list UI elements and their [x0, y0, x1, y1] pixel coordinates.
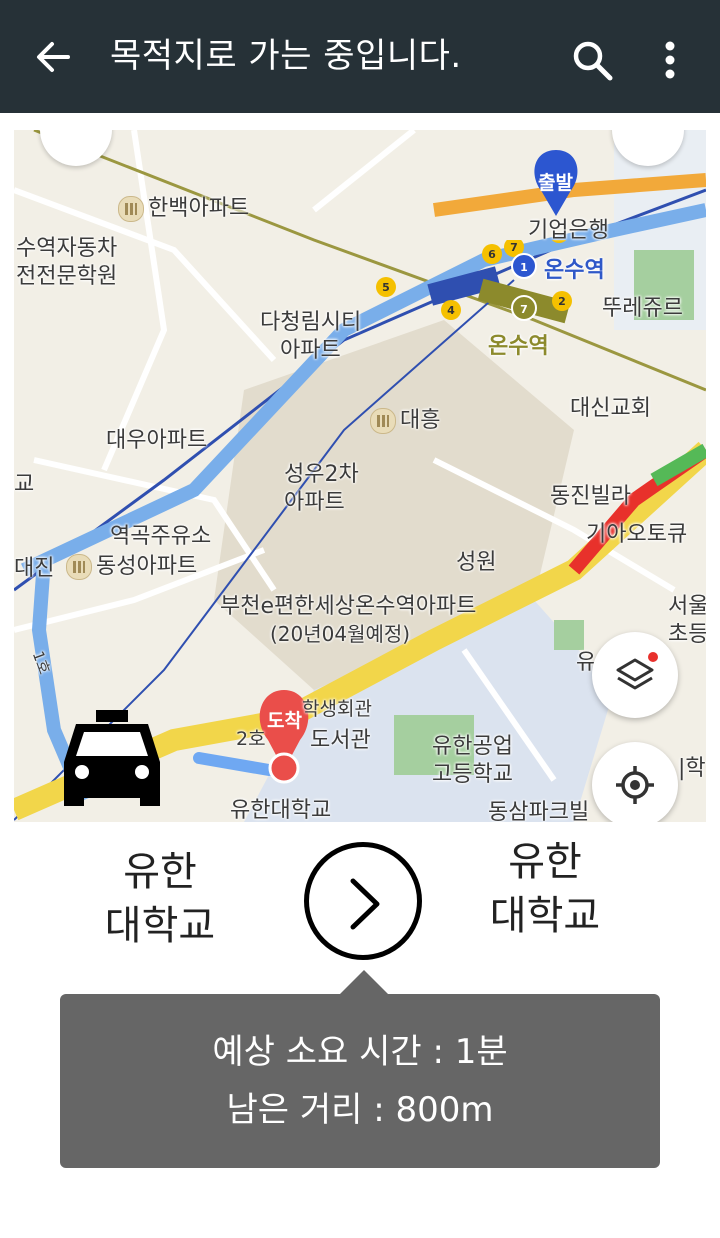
- map-label: 뚜레쥬르: [602, 296, 683, 321]
- line-number-marker: 7: [510, 241, 518, 254]
- map-label: 2호: [236, 728, 266, 750]
- line-number-marker: 4: [447, 304, 455, 317]
- line-number-marker: 7: [520, 303, 528, 316]
- apartment-icon: [370, 408, 396, 434]
- map-label: 온수역: [488, 334, 549, 359]
- notification-dot: [648, 652, 658, 662]
- map-label: 도서관: [310, 728, 371, 753]
- map-label: 교: [14, 472, 35, 497]
- map-label: 대흥: [370, 402, 440, 434]
- arrival-marker-label: 도착: [267, 710, 302, 732]
- map-label: 초등: [668, 622, 706, 647]
- map-label: 한백아파트: [118, 190, 249, 222]
- map-label: |학: [678, 756, 706, 781]
- map-label: 학생회관: [302, 698, 372, 720]
- apartment-icon: [66, 554, 92, 580]
- destination-line-1: 유한: [508, 839, 582, 885]
- map-label: 대진: [14, 556, 55, 581]
- line-number-marker: 6: [488, 248, 496, 261]
- my-location-icon: [616, 766, 654, 804]
- map-label: 부천e편한세상온수역아파트: [220, 594, 477, 619]
- map-label: 고등학교: [432, 762, 513, 787]
- line-number-marker: 2: [558, 295, 566, 308]
- page-title: 목적지로 가는 중입니다.: [110, 36, 462, 76]
- eta-distance: 남은 거리 : 800m: [226, 1090, 494, 1130]
- eta-time: 예상 소요 시간 : 1분: [212, 1032, 508, 1072]
- map-label: (20년04월예정): [270, 622, 411, 646]
- map-label: 기업은행: [528, 218, 609, 243]
- map-label: 동삼파크빌: [488, 800, 590, 822]
- taxi-icon: [64, 710, 160, 806]
- map-label: 온수역: [544, 258, 605, 283]
- origin-line-2: 대학교: [104, 903, 216, 949]
- map-label: 대신교회: [570, 396, 651, 421]
- more-vert-icon[interactable]: [652, 38, 688, 84]
- map-label: 아파트: [280, 338, 341, 363]
- eta-tooltip: 예상 소요 시간 : 1분 남은 거리 : 800m: [60, 970, 660, 1168]
- chevron-right-icon: [350, 878, 380, 930]
- map-label: 동성아파트: [66, 548, 197, 580]
- map-label: 아파트: [284, 490, 345, 515]
- map-label: 대우아파트: [106, 428, 208, 453]
- map-label: 유한대학교: [230, 798, 332, 822]
- map-label: 기아오토큐: [586, 522, 688, 547]
- destination-label: 유한 대학교: [475, 835, 615, 943]
- line-number-marker: 5: [382, 281, 390, 294]
- app-bar: 목적지로 가는 중입니다.: [0, 0, 720, 113]
- go-button[interactable]: [304, 842, 422, 960]
- map-label: 역곡주유소: [110, 524, 212, 549]
- apartment-icon: [118, 196, 144, 222]
- map-label: 전전문학원: [16, 264, 118, 289]
- map-label: 동진빌라: [550, 484, 631, 509]
- search-icon[interactable]: [570, 38, 616, 84]
- origin-label: 유한 대학교: [90, 845, 230, 953]
- layers-button[interactable]: [592, 632, 678, 718]
- line-number-marker: 1: [520, 261, 528, 274]
- my-location-button[interactable]: [592, 742, 678, 822]
- map-label: 성원: [456, 550, 497, 575]
- start-marker-label: 출발: [538, 172, 573, 194]
- destination-line-2: 대학교: [489, 893, 601, 939]
- origin-line-1: 유한: [123, 849, 197, 895]
- arrow-left-icon[interactable]: [30, 34, 76, 80]
